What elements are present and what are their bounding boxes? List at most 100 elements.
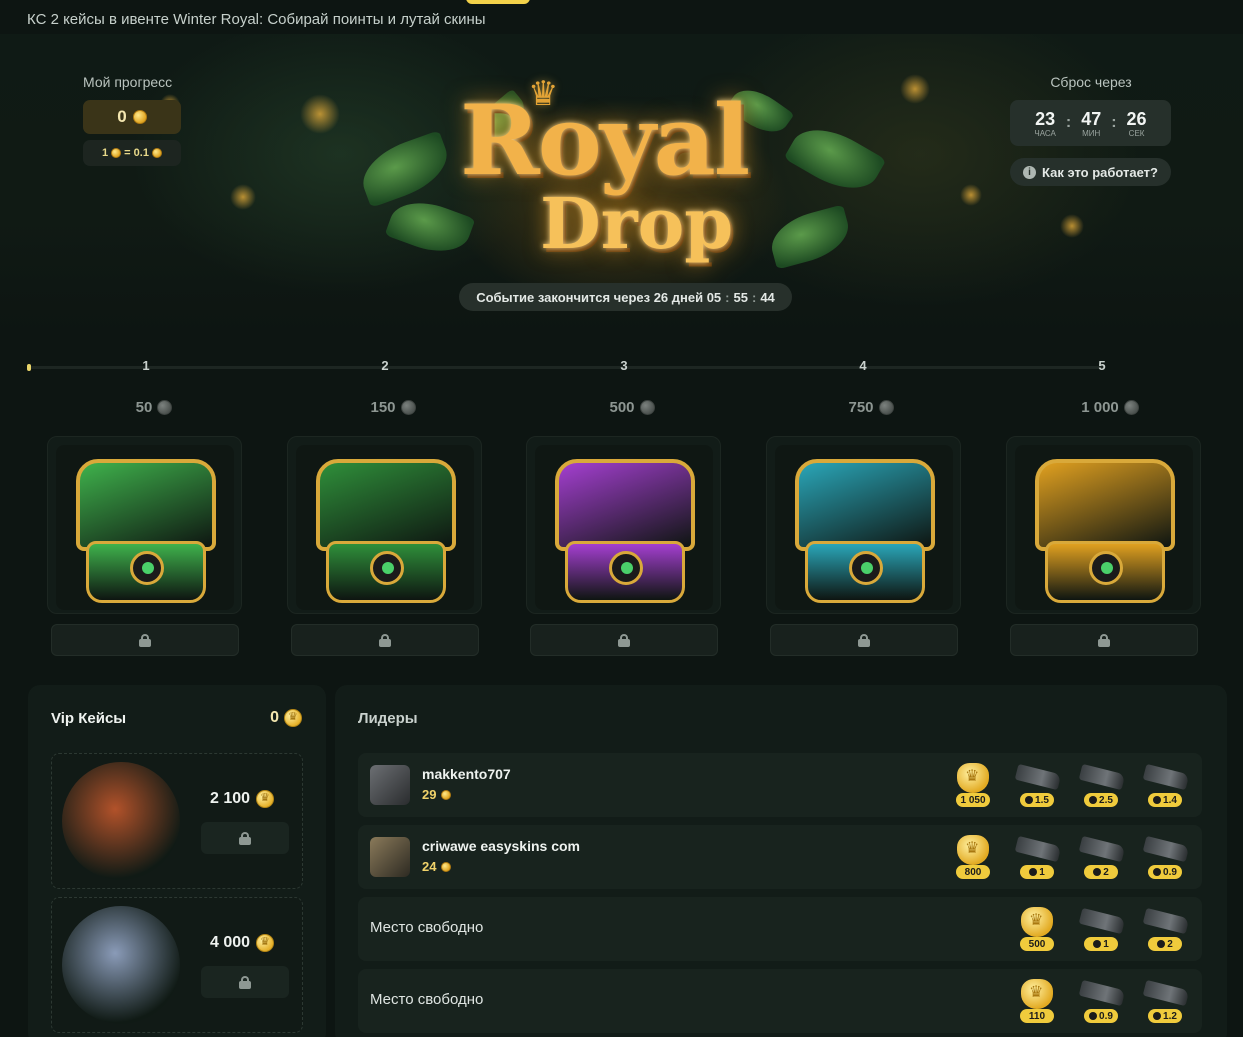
case-locked-button[interactable] bbox=[51, 624, 239, 656]
weapon-skin-icon bbox=[1142, 979, 1190, 1007]
vip-case-item[interactable]: 2 100 bbox=[51, 753, 303, 889]
skin-reward[interactable]: 1.5 bbox=[1014, 759, 1062, 811]
case-image bbox=[296, 445, 474, 610]
crown-coin-icon bbox=[284, 709, 302, 727]
vip-case-lock-button[interactable] bbox=[201, 966, 289, 998]
skin-price-value: 1 bbox=[1103, 938, 1109, 950]
timer-seconds-caption: сек bbox=[1128, 128, 1145, 138]
avatar[interactable] bbox=[370, 837, 410, 877]
dollar-coin-icon bbox=[1153, 796, 1162, 804]
avatar[interactable] bbox=[370, 765, 410, 805]
step-points-value: 50 bbox=[135, 399, 153, 416]
reward-case-card[interactable] bbox=[766, 436, 961, 614]
skin-reward[interactable]: 0.9 bbox=[1142, 831, 1190, 883]
case-locked-button[interactable] bbox=[291, 624, 479, 656]
event-hero-banner: Мой прогресс 0 1 = 0.1 ♛ Royal Drop Собы… bbox=[0, 34, 1243, 334]
lock-icon bbox=[379, 634, 391, 647]
event-ends-minutes: 55 bbox=[733, 289, 748, 305]
lock-icon bbox=[858, 634, 870, 647]
case-locked-button[interactable] bbox=[770, 624, 958, 656]
vip-case-item[interactable]: 4 000 bbox=[51, 897, 303, 1033]
dollar-coin-icon bbox=[1029, 868, 1038, 876]
vip-case-image-0 bbox=[62, 762, 180, 880]
point-coin-icon bbox=[1123, 400, 1139, 415]
weapon-skin-icon bbox=[1078, 835, 1126, 863]
case-locked-button[interactable] bbox=[1010, 624, 1198, 656]
skin-price-value: 1.4 bbox=[1163, 794, 1177, 806]
top-tab-indicator bbox=[466, 0, 530, 4]
weapon-skin-icon bbox=[1014, 763, 1062, 791]
crown-reward: 500 bbox=[1014, 903, 1060, 955]
skin-reward[interactable]: 2.5 bbox=[1078, 759, 1126, 811]
vip-case-lock-button[interactable] bbox=[201, 822, 289, 854]
weapon-skin-icon bbox=[1014, 835, 1062, 863]
chest-emblem-icon bbox=[130, 551, 164, 585]
leader-rewards: 800 1 2 0.9 bbox=[950, 831, 1190, 883]
crown-reward-value: 1 050 bbox=[956, 793, 990, 807]
reward-case-card[interactable] bbox=[1006, 436, 1201, 614]
chest-lid bbox=[795, 459, 935, 551]
leader-name[interactable]: makkento707 bbox=[422, 766, 511, 782]
step-number: 2 bbox=[381, 358, 389, 373]
leader-rewards: 500 1 2 bbox=[1014, 903, 1190, 955]
point-coin-icon bbox=[639, 400, 655, 415]
skin-price-value: 1.5 bbox=[1035, 794, 1049, 806]
case-image bbox=[535, 445, 713, 610]
crown-badge-icon bbox=[1021, 979, 1053, 1009]
vip-title: Vip Кейсы bbox=[51, 710, 127, 727]
point-coin-icon bbox=[400, 400, 416, 415]
skin-reward[interactable]: 1 bbox=[1014, 831, 1062, 883]
leader-score-value: 29 bbox=[422, 787, 437, 802]
skin-reward[interactable]: 1.2 bbox=[1142, 975, 1190, 1027]
case-image bbox=[1015, 445, 1193, 610]
skin-reward[interactable]: 2 bbox=[1078, 831, 1126, 883]
step-points-value: 500 bbox=[609, 399, 635, 416]
skin-reward[interactable]: 1.4 bbox=[1142, 759, 1190, 811]
leader-name[interactable]: criwawe easyskins com bbox=[422, 838, 580, 854]
reward-case-card[interactable] bbox=[47, 436, 242, 614]
dollar-coin-icon bbox=[151, 148, 162, 158]
skin-price: 1 bbox=[1084, 937, 1118, 951]
case-image bbox=[56, 445, 234, 610]
lock-icon bbox=[618, 634, 630, 647]
step-number: 5 bbox=[1098, 358, 1106, 373]
timer-seconds: 26 bbox=[1126, 108, 1147, 129]
case-image bbox=[775, 445, 953, 610]
skin-reward[interactable]: 2 bbox=[1142, 903, 1190, 955]
timer-hours: 23 bbox=[1035, 108, 1056, 129]
skin-price-value: 2 bbox=[1103, 866, 1109, 878]
reward-case-card[interactable] bbox=[287, 436, 482, 614]
royal-drop-logo: ♛ Royal Drop bbox=[350, 74, 890, 294]
crown-reward-value: 800 bbox=[956, 865, 990, 879]
skin-price: 2 bbox=[1084, 865, 1118, 879]
skin-price: 2.5 bbox=[1084, 793, 1118, 807]
exchange-rate-chip: 1 = 0.1 bbox=[83, 140, 181, 166]
crown-reward-value: 110 bbox=[1020, 1009, 1054, 1023]
weapon-skin-icon bbox=[1078, 907, 1126, 935]
leader-row[interactable]: Место свободно 500 1 2 bbox=[358, 897, 1202, 961]
how-it-works-button[interactable]: i Как это работает? bbox=[1010, 158, 1171, 186]
timer-minutes: 47 bbox=[1081, 108, 1102, 129]
reward-case-card[interactable] bbox=[526, 436, 721, 614]
leader-row[interactable]: Место свободно 110 0.9 1.2 bbox=[358, 969, 1202, 1033]
skin-price: 0.9 bbox=[1148, 865, 1182, 879]
skin-price: 1.5 bbox=[1020, 793, 1054, 807]
leader-row[interactable]: criwawe easyskins com 24 800 1 2 0.9 bbox=[358, 825, 1202, 889]
case-locked-button[interactable] bbox=[530, 624, 718, 656]
skin-reward[interactable]: 0.9 bbox=[1078, 975, 1126, 1027]
event-ends-label: Событие закончится через 26 дней 05 bbox=[476, 289, 722, 305]
dollar-coin-icon bbox=[1093, 940, 1102, 948]
step-points-value: 1 000 bbox=[1081, 399, 1119, 416]
rate-left: 1 bbox=[102, 147, 109, 159]
skin-price: 1 bbox=[1020, 865, 1054, 879]
skin-price-value: 0.9 bbox=[1163, 866, 1177, 878]
page-title: КС 2 кейсы в ивенте Winter Royal: Собира… bbox=[27, 11, 486, 28]
progress-points: 0 bbox=[83, 100, 181, 134]
point-coin-icon bbox=[132, 110, 147, 124]
leader-row[interactable]: makkento707 29 1 050 1.5 2.5 1.4 bbox=[358, 753, 1202, 817]
step-points-value: 150 bbox=[370, 399, 396, 416]
lock-icon bbox=[1098, 634, 1110, 647]
leader-score: 29 bbox=[422, 787, 452, 802]
crown-coin-icon bbox=[256, 934, 275, 952]
skin-reward[interactable]: 1 bbox=[1078, 903, 1126, 955]
